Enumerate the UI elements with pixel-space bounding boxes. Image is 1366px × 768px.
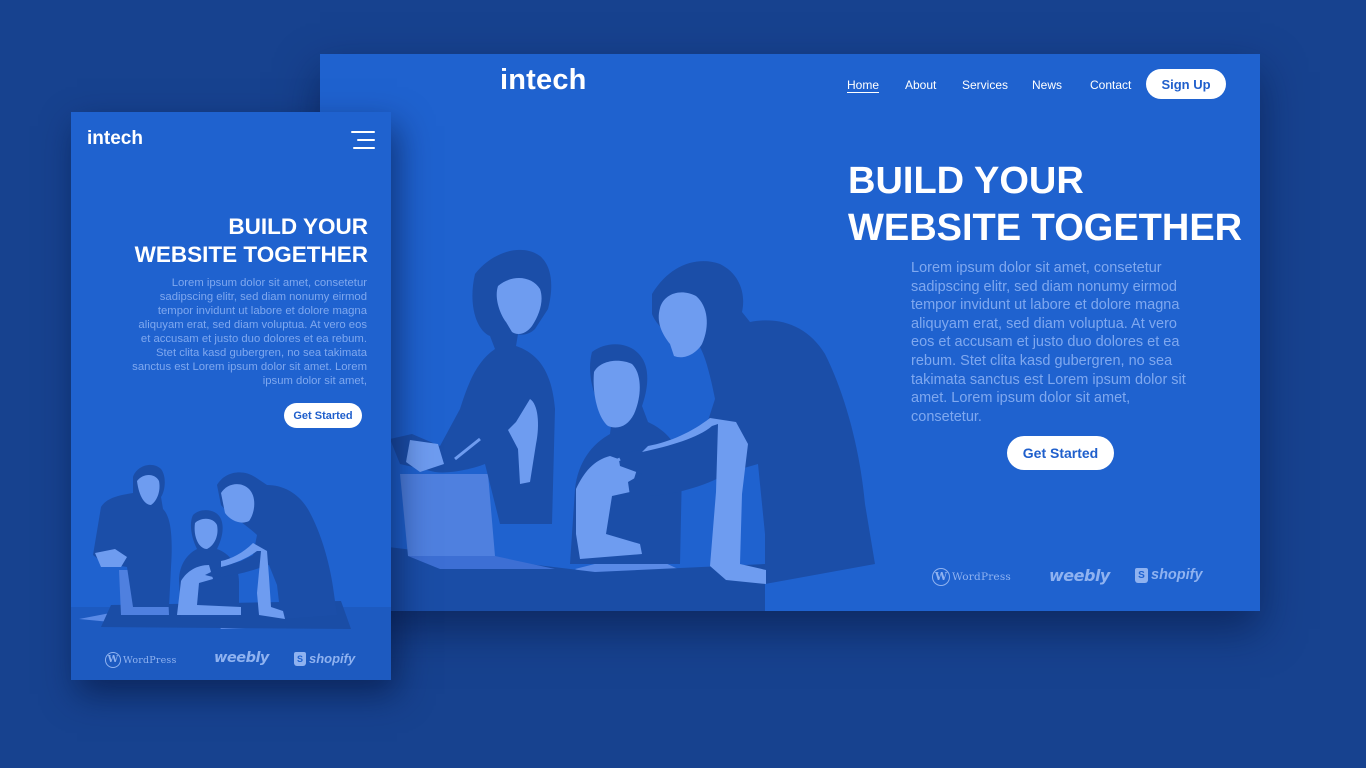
mobile-partner-logos: W WordPress weebly S shopify [103,649,373,671]
mobile-weebly-logo: weebly [214,650,269,666]
desktop-mockup: intech Home About Services News Contact … [320,54,1260,611]
wordpress-logo: W WordPress [932,568,1011,586]
mobile-team-illustration [71,464,391,637]
mobile-mockup: intech BUILD YOUR WEBSITE TOGETHER Lorem… [71,112,391,680]
mobile-hero-description: Lorem ipsum dolor sit amet, consetetur s… [132,277,367,387]
mobile-wordpress-logo: W WordPress [105,652,177,668]
hero-title-line1: BUILD YOUR [848,160,1084,202]
nav-link-contact[interactable]: Contact [1090,78,1131,92]
weebly-logo: weebly [1049,566,1110,585]
mobile-hero-title-line1: BUILD YOUR [228,214,368,239]
shopify-bag-icon: S [1135,567,1148,583]
nav-link-home[interactable]: Home [847,78,879,92]
mobile-site-logo[interactable]: intech [87,128,143,150]
nav-link-services[interactable]: Services [962,78,1008,92]
hamburger-menu-icon[interactable] [349,131,375,151]
wordpress-icon: W [105,652,121,668]
shopify-bag-icon: S [294,651,306,666]
get-started-button[interactable]: Get Started [1007,436,1114,470]
main-nav: Home About Services News Contact [320,78,1260,98]
mobile-hero-title: BUILD YOUR WEBSITE TOGETHER [135,213,368,269]
sign-up-button[interactable]: Sign Up [1146,69,1226,99]
mobile-get-started-button[interactable]: Get Started [284,403,362,428]
nav-link-news[interactable]: News [1032,78,1062,92]
shopify-logo: S shopify [1135,567,1203,583]
mobile-hero-title-line2: WEBSITE TOGETHER [134,242,368,267]
hero-title: BUILD YOUR WEBSITE TOGETHER [848,158,1242,252]
mobile-shopify-logo: S shopify [294,651,355,666]
nav-link-about[interactable]: About [905,78,936,92]
partner-logos: W WordPress weebly S shopify [930,564,1220,592]
wordpress-icon: W [932,568,950,586]
hero-description: Lorem ipsum dolor sit amet, consetetur s… [911,260,1186,425]
hero-title-line2: WEBSITE TOGETHER [848,207,1243,249]
team-illustration [380,249,875,611]
